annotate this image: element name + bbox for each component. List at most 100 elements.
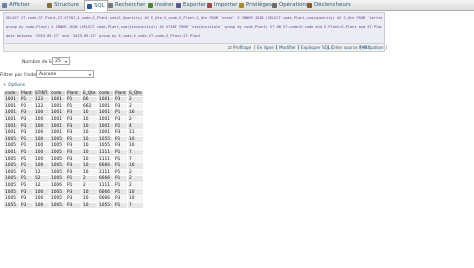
rows-value: 25 (55, 58, 61, 64)
table-cell: P1 (19, 155, 34, 163)
tab-icon (87, 3, 92, 9)
table-cell: 1006 (49, 181, 66, 190)
table-cell: P3 (113, 115, 128, 124)
query-links-bar: ☑ Profilage [ En ligne ] [ Modifier ] [ … (3, 43, 387, 52)
tab-0[interactable]: Afficher (2, 1, 30, 9)
tab-9[interactable]: Déclencheurs (307, 1, 351, 9)
column-header[interactable]: S_Qte (127, 90, 144, 97)
table-cell: P1 (113, 148, 128, 157)
tab-8[interactable]: Opérations (272, 1, 309, 9)
table-cell: P3 (19, 128, 34, 137)
table-cell: 6666 (97, 188, 114, 196)
tab-3[interactable]: Rechercher (108, 1, 146, 9)
table-cell: 10 (81, 109, 98, 117)
table-cell: P3 (65, 201, 82, 210)
table-cell: P1 (65, 135, 82, 144)
table-cell: 100 (33, 188, 50, 196)
table-cell: 1001 (3, 102, 20, 111)
table-cell: 100 (33, 201, 50, 210)
table-cell: 10 (81, 194, 98, 203)
rows-select[interactable]: 25 ▾ (52, 57, 70, 65)
table-cell: 16 (127, 109, 144, 117)
table-cell: 2 (81, 181, 98, 190)
sql-line: group by code,Plant) S INNER JOIN (SELEC… (6, 25, 382, 29)
table-cell: 1001 (3, 96, 20, 104)
table-cell: 100 (33, 155, 50, 163)
tab-label: SQL (94, 3, 105, 9)
tab-4[interactable]: Insérer (148, 1, 174, 9)
tab-label: Structure (54, 2, 80, 8)
filter-index-select[interactable]: Aucune ▾ (36, 70, 94, 78)
profile-link[interactable]: Profilage (233, 45, 251, 50)
table-cell: 12 (33, 168, 50, 177)
table-cell: 1001 (49, 128, 66, 137)
tab-label: Importer (214, 2, 238, 8)
filter-value: Aucune (39, 71, 57, 77)
table-cell: 1111 (97, 168, 114, 177)
refresh-label: Actualiser (362, 45, 384, 50)
table-cell: 11 (127, 128, 144, 137)
inline-edit-label: En ligne (256, 45, 274, 50)
table-row: 1001 P3 100 1001 P3 10 1001 P3 11 (3, 128, 144, 137)
table-cell: 6666 (97, 161, 114, 170)
table-cell: 7 (127, 155, 144, 163)
table-cell: 1001 (3, 109, 20, 117)
table-cell: 1005 (49, 161, 66, 170)
table-cell: 100 (33, 135, 50, 144)
profile-checkbox[interactable]: ☑ (228, 45, 232, 50)
table-cell: 52 (33, 175, 50, 183)
table-cell: 1005 (49, 175, 66, 183)
inline-edit-link[interactable]: [ En ligne ] (254, 45, 277, 50)
table-cell: P3 (65, 161, 82, 170)
table-cell: P1 (113, 201, 128, 210)
tab-6[interactable]: Importer (207, 1, 237, 9)
table-cell: P3 (19, 109, 34, 117)
table-cell: 1001 (3, 128, 20, 137)
table-row: 1005 P1 100 1005 P3 10 6666 P1 16 (3, 161, 144, 170)
table-cell: P1 (113, 155, 128, 163)
chevron-down-icon: ▾ (64, 59, 67, 64)
table-cell: P1 (65, 96, 82, 104)
table-cell: 1055 (97, 201, 114, 210)
table-cell: 10 (81, 201, 98, 210)
tab-2[interactable]: SQL (84, 0, 108, 11)
table-cell: P3 (113, 102, 128, 111)
table-cell: 10 (81, 128, 98, 137)
table-row: 1005 P1 52 1005 P1 2 6666 P1 2 (3, 175, 144, 183)
options-toggle[interactable]: + Options (3, 83, 25, 88)
table-cell: 1055 (3, 201, 20, 210)
table-row: 1001 P1 122 1001 P1 66 1001 P3 2 (3, 96, 144, 104)
table-cell: P1 (19, 161, 34, 170)
table-cell: 1005 (49, 194, 66, 203)
tab-5[interactable]: Exporter (176, 1, 206, 9)
edit-link[interactable]: [ Modifier ] (276, 45, 299, 50)
refresh-link[interactable]: [ Actualiser ] (360, 45, 387, 50)
column-header[interactable]: E_Qte (81, 90, 98, 97)
tab-label: Exporter (183, 2, 207, 8)
table-cell: P3 (19, 115, 34, 124)
table-cell: 1001 (49, 122, 66, 130)
table-cell: 1001 (3, 122, 20, 130)
column-header[interactable]: Plant (113, 90, 128, 97)
table-cell: 1005 (3, 194, 20, 203)
table-cell: P1 (19, 168, 34, 177)
table-cell: 1005 (49, 201, 66, 210)
tab-1[interactable]: Structure (47, 1, 79, 9)
tab-label: Privilèges (246, 2, 272, 8)
table-cell: 1111 (97, 148, 114, 157)
tab-label: Rechercher (115, 2, 146, 8)
column-header[interactable]: STINT (33, 90, 50, 97)
column-header[interactable]: Plant (19, 90, 34, 97)
tab-icon (2, 2, 7, 8)
table-row: 1001 P3 100 1001 P3 10 1001 P3 2 (3, 115, 144, 124)
table-cell: P3 (65, 122, 82, 130)
table-cell: 10 (127, 142, 144, 150)
table-row: 1005 P3 100 1005 P3 10 6666 P1 10 (3, 188, 144, 196)
table-row: 1001 P1 100 1005 P3 10 1111 P1 7 (3, 148, 144, 157)
table-cell: P1 (113, 122, 128, 130)
tab-7[interactable]: Privilèges (239, 1, 272, 9)
table-cell: P1 (65, 181, 82, 190)
table-cell: 1005 (3, 155, 20, 163)
table-cell: 2 (127, 168, 144, 177)
table-cell: P1 (113, 109, 128, 117)
